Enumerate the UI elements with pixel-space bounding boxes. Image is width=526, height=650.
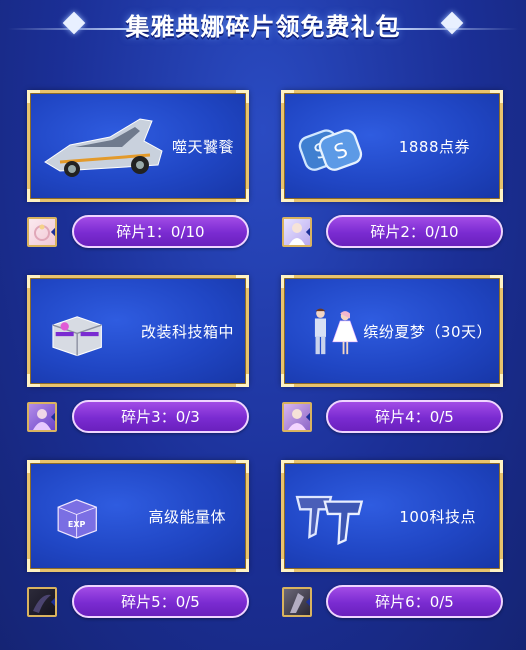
- reward-card-6[interactable]: 100科技点: [281, 460, 503, 572]
- dark-thumb-icon: [282, 587, 312, 617]
- tech-chest-icon: [52, 316, 102, 357]
- fragment-button-1[interactable]: 碎片1：0/10: [72, 215, 249, 248]
- fragment-button-2[interactable]: 碎片2：0/10: [326, 215, 503, 248]
- reward-card-1[interactable]: 噬天饕餮: [27, 90, 249, 202]
- fragment-button-6[interactable]: 碎片6：0/5: [326, 585, 503, 618]
- reward-name: 1888点券: [398, 137, 470, 156]
- diamond-icon: [62, 11, 86, 35]
- character-thumb-icon: [282, 402, 312, 432]
- reward-card-4[interactable]: 缤纷夏梦（30天）: [281, 275, 503, 387]
- character-thumb-icon: [282, 217, 312, 247]
- reward-name: 100科技点: [399, 507, 476, 526]
- dark-thumb-icon: [27, 587, 57, 617]
- reward-name: 噬天饕餮: [171, 137, 234, 156]
- diamond-icon: [440, 11, 464, 35]
- reward-name: 改装科技箱中: [140, 322, 234, 341]
- reward-card-3[interactable]: 改装科技箱中: [27, 275, 249, 387]
- exp-cube-icon: EXP: [57, 499, 97, 539]
- header: 集雅典娜碎片领免费礼包: [0, 0, 526, 48]
- coupon-coins-icon: S S: [298, 129, 363, 171]
- reward-card-2[interactable]: S S 1888点券: [281, 90, 503, 202]
- fragment-button-4[interactable]: 碎片4：0/5: [326, 400, 503, 433]
- page-title: 集雅典娜碎片领免费礼包: [125, 12, 401, 41]
- reward-name: 高级能量体: [148, 507, 226, 526]
- reward-card-5[interactable]: EXP 高级能量体: [27, 460, 249, 572]
- character-thumb-icon: [27, 402, 57, 432]
- fragment-button-3[interactable]: 碎片3：0/3: [72, 400, 249, 433]
- header-right-line: [388, 28, 518, 30]
- tech-points-icon: [295, 495, 364, 545]
- jewelry-thumb-icon: [27, 217, 57, 247]
- svg-text:EXP: EXP: [68, 520, 86, 529]
- reward-name: 缤纷夏梦（30天）: [363, 322, 492, 341]
- race-car-icon: [44, 118, 163, 177]
- fragment-button-5[interactable]: 碎片5：0/5: [72, 585, 249, 618]
